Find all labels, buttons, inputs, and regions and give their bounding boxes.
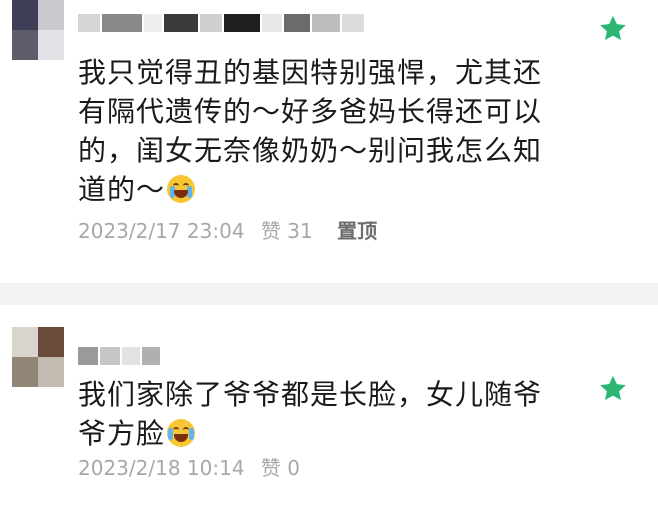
laughing-tears-emoji bbox=[167, 419, 196, 447]
comment-text: 我们家除了爷爷都是长脸，女儿随爷爷方脸 bbox=[78, 375, 548, 453]
featured-star-icon bbox=[600, 375, 626, 401]
comment-body: 我们家除了爷爷都是长脸，女儿随爷爷方脸 bbox=[78, 378, 543, 450]
comment-timestamp: 2023/2/17 23:04 bbox=[78, 219, 245, 243]
username-blurred[interactable] bbox=[78, 14, 368, 32]
like-count[interactable]: 赞 0 bbox=[261, 456, 300, 480]
username-blurred[interactable] bbox=[78, 347, 168, 365]
pin-label: 置顶 bbox=[337, 219, 378, 243]
avatar[interactable] bbox=[12, 0, 64, 60]
comment-meta: 2023/2/18 10:14 赞 0 bbox=[78, 455, 310, 481]
comment-divider bbox=[0, 283, 658, 305]
comment-body: 我只觉得丑的基因特别强悍，尤其还有隔代遗传的～好多爸妈长得还可以的，闺女无奈像奶… bbox=[78, 56, 543, 206]
comment-meta: 2023/2/17 23:04 赞 31 置顶 bbox=[78, 218, 387, 244]
comment-text: 我只觉得丑的基因特别强悍，尤其还有隔代遗传的～好多爸妈长得还可以的，闺女无奈像奶… bbox=[78, 53, 548, 209]
comment-card: 我只觉得丑的基因特别强悍，尤其还有隔代遗传的～好多爸妈长得还可以的，闺女无奈像奶… bbox=[0, 0, 658, 283]
avatar[interactable] bbox=[12, 327, 64, 387]
comment-timestamp: 2023/2/18 10:14 bbox=[78, 456, 245, 480]
crying-face-emoji bbox=[167, 175, 196, 203]
comment-card: 我们家除了爷爷都是长脸，女儿随爷爷方脸 2023/2/18 10:14 赞 0 bbox=[0, 305, 658, 510]
featured-star-icon bbox=[600, 15, 626, 41]
like-count[interactable]: 赞 31 bbox=[261, 219, 313, 243]
